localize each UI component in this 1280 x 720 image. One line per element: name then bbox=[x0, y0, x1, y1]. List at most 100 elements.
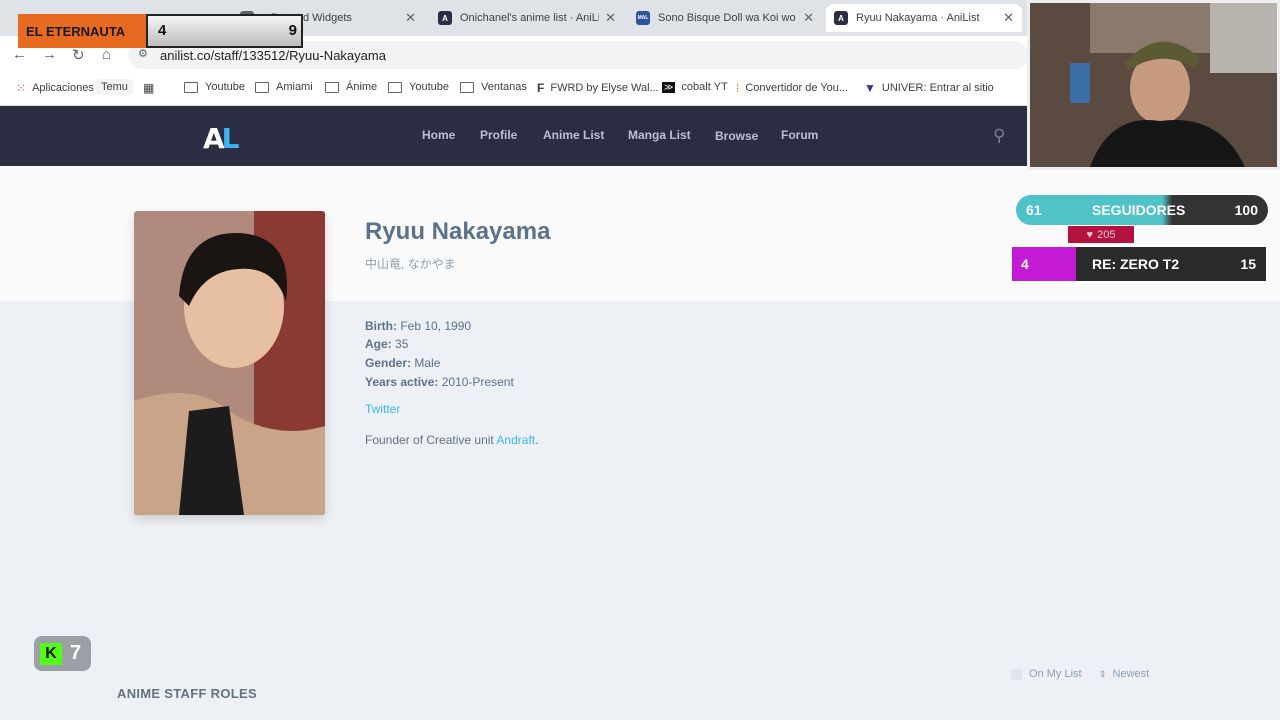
bookmark-label: cobalt YT bbox=[681, 81, 728, 93]
tab-mal[interactable]: MAL Sono Bisque Doll wa Koi wo Su ✕ bbox=[628, 4, 822, 32]
nav-home[interactable]: Home bbox=[422, 128, 455, 142]
cobalt-icon: ≫ bbox=[662, 81, 676, 93]
tab-ryuu-nakayama[interactable]: A Ryuu Nakayama · AniList ✕ bbox=[826, 4, 1022, 32]
bookmark-amiami-folder[interactable]: Amiami bbox=[255, 81, 313, 93]
tab-anime-list[interactable]: A Onichanel's anime list · AniList ✕ bbox=[430, 4, 624, 32]
bookmark-label: FWRD by Elyse Wal... bbox=[550, 82, 659, 94]
bookmark-ventanas-folder[interactable]: Ventanas bbox=[460, 81, 527, 93]
anime-staff-roles-title: ANIME STAFF ROLES bbox=[117, 686, 257, 701]
webcam-overlay bbox=[1027, 0, 1280, 170]
bio-suffix: . bbox=[535, 433, 539, 447]
anilist-logo[interactable]: AL bbox=[203, 122, 239, 155]
birth-value: Feb 10, 1990 bbox=[400, 319, 472, 333]
followers-goal-bar: 61 SEGUIDORES 100 bbox=[1014, 193, 1270, 227]
checkbox[interactable] bbox=[1011, 668, 1022, 680]
bookmark-label: Convertidor de You... bbox=[745, 82, 849, 94]
staff-name: Ryuu Nakayama bbox=[365, 218, 551, 245]
bookmark-label: UNIVER: Entrar al sitio bbox=[881, 82, 994, 94]
followers-current: 61 bbox=[1026, 202, 1042, 218]
bookmark-fwrd[interactable]: F FWRD by Elyse Wal... bbox=[537, 81, 659, 95]
tab-favicon: A bbox=[438, 11, 452, 25]
grid-icon: ▦ bbox=[143, 81, 155, 95]
bookmark-label: Youtube bbox=[409, 81, 449, 93]
birth-row: Birth: Feb 10, 1990 bbox=[365, 319, 471, 333]
folder-icon bbox=[325, 81, 339, 93]
folder-icon bbox=[255, 81, 269, 93]
site-info-icon[interactable]: ⚙ bbox=[138, 47, 148, 60]
tab-title: Ryuu Nakayama · AniList bbox=[856, 12, 980, 24]
apps-grid-icon: ⁙ bbox=[16, 81, 27, 95]
back-icon[interactable]: ← bbox=[12, 46, 27, 63]
nav-profile[interactable]: Profile bbox=[480, 128, 517, 142]
eternauta-left: 4 bbox=[158, 22, 167, 39]
bookmark-youtube-folder[interactable]: Youtube bbox=[184, 81, 245, 93]
folder-icon bbox=[388, 81, 402, 93]
on-my-list-filter[interactable]: On My List bbox=[1011, 668, 1082, 680]
likes-count: 205 bbox=[1097, 228, 1116, 241]
bookmark-convertidor[interactable]: ⁞ Convertidor de You... bbox=[736, 81, 848, 95]
bookmark-label: Youtube bbox=[205, 81, 245, 93]
fwrd-icon: F bbox=[537, 81, 545, 95]
age-row: Age: 35 bbox=[365, 337, 408, 351]
tab-title: Onichanel's anime list · AniList bbox=[460, 12, 600, 24]
bookmark-univer[interactable]: ▼ UNIVER: Entrar al sitio bbox=[864, 81, 994, 95]
likes-badge: ♥ 205 bbox=[1068, 226, 1134, 243]
birth-label: Birth: bbox=[365, 319, 397, 333]
bookmark-label: Amiami bbox=[276, 81, 313, 93]
years-value: 2010-Present bbox=[441, 375, 514, 389]
bio-text: Founder of Creative unit bbox=[365, 433, 497, 447]
nav-anime-list[interactable]: Anime List bbox=[543, 128, 604, 142]
gender-value: Male bbox=[414, 356, 441, 370]
bookmark-anime-folder[interactable]: Ánime bbox=[325, 81, 377, 93]
eternauta-right: 9 bbox=[288, 22, 297, 39]
rezero-left: 4 bbox=[1021, 256, 1029, 272]
twitter-link[interactable]: Twitter bbox=[365, 402, 400, 416]
andraft-link[interactable]: Andraft bbox=[496, 433, 535, 447]
search-icon[interactable]: ⚲ bbox=[993, 126, 1005, 146]
eternauta-label: EL ETERNAUTA bbox=[18, 14, 146, 48]
rezero-label: RE: ZERO T2 bbox=[1092, 256, 1180, 272]
bookmark-temu[interactable]: Temu bbox=[96, 79, 133, 95]
age-value: 35 bbox=[395, 337, 409, 351]
univer-icon: ▼ bbox=[864, 81, 876, 95]
heart-icon: ♥ bbox=[1086, 228, 1094, 241]
gender-row: Gender: Male bbox=[365, 356, 440, 370]
nav-manga-list[interactable]: Manga List bbox=[628, 128, 691, 142]
sort-dropdown[interactable]: ⇕ Newest bbox=[1099, 668, 1149, 680]
tab-favicon: MAL bbox=[636, 11, 650, 25]
eternauta-counter: 4 9 bbox=[146, 14, 303, 48]
nav-browse[interactable]: Browse bbox=[715, 129, 758, 143]
sort-icon: ⇕ bbox=[1099, 668, 1107, 679]
close-icon[interactable]: ✕ bbox=[605, 10, 616, 26]
staff-native-name: 中山竜, なかやま bbox=[365, 257, 456, 271]
forward-icon[interactable]: → bbox=[42, 46, 57, 63]
followers-label: SEGUIDORES bbox=[1092, 202, 1186, 218]
close-icon[interactable]: ✕ bbox=[1003, 10, 1014, 26]
kick-icon: K bbox=[40, 642, 62, 665]
home-icon[interactable]: ⌂ bbox=[102, 46, 111, 63]
kick-count: 7 bbox=[70, 642, 82, 664]
close-icon[interactable]: ✕ bbox=[803, 10, 814, 26]
bookmark-label: Ventanas bbox=[481, 81, 527, 93]
nav-forum[interactable]: Forum bbox=[781, 128, 818, 142]
bookmark-label: Ánime bbox=[346, 81, 378, 93]
eternauta-overlay: EL ETERNAUTA 4 9 bbox=[18, 14, 303, 48]
gender-label: Gender: bbox=[365, 356, 412, 370]
bookmark-grid[interactable]: ▦ bbox=[143, 81, 160, 95]
folder-icon bbox=[184, 81, 198, 93]
sort-label: Newest bbox=[1112, 668, 1150, 680]
staff-photo bbox=[134, 211, 325, 515]
kick-badge: K 7 bbox=[34, 636, 91, 671]
years-label: Years active: bbox=[365, 375, 439, 389]
tab-favicon: A bbox=[834, 11, 848, 25]
reload-icon[interactable]: ↻ bbox=[72, 46, 85, 64]
staff-bio: Founder of Creative unit Andraft. bbox=[365, 433, 538, 447]
age-label: Age: bbox=[365, 337, 392, 351]
bookmark-youtube2-folder[interactable]: Youtube bbox=[388, 81, 449, 93]
rezero-progress-bar: 4 RE: ZERO T2 15 bbox=[1010, 245, 1268, 283]
bookmark-label: Temu bbox=[101, 81, 128, 93]
bookmark-apps[interactable]: ⁙ Aplicaciones bbox=[16, 81, 94, 95]
followers-goal: 100 bbox=[1234, 202, 1258, 218]
close-icon[interactable]: ✕ bbox=[405, 10, 416, 26]
bookmark-cobalt[interactable]: ≫ cobalt YT bbox=[662, 81, 728, 93]
